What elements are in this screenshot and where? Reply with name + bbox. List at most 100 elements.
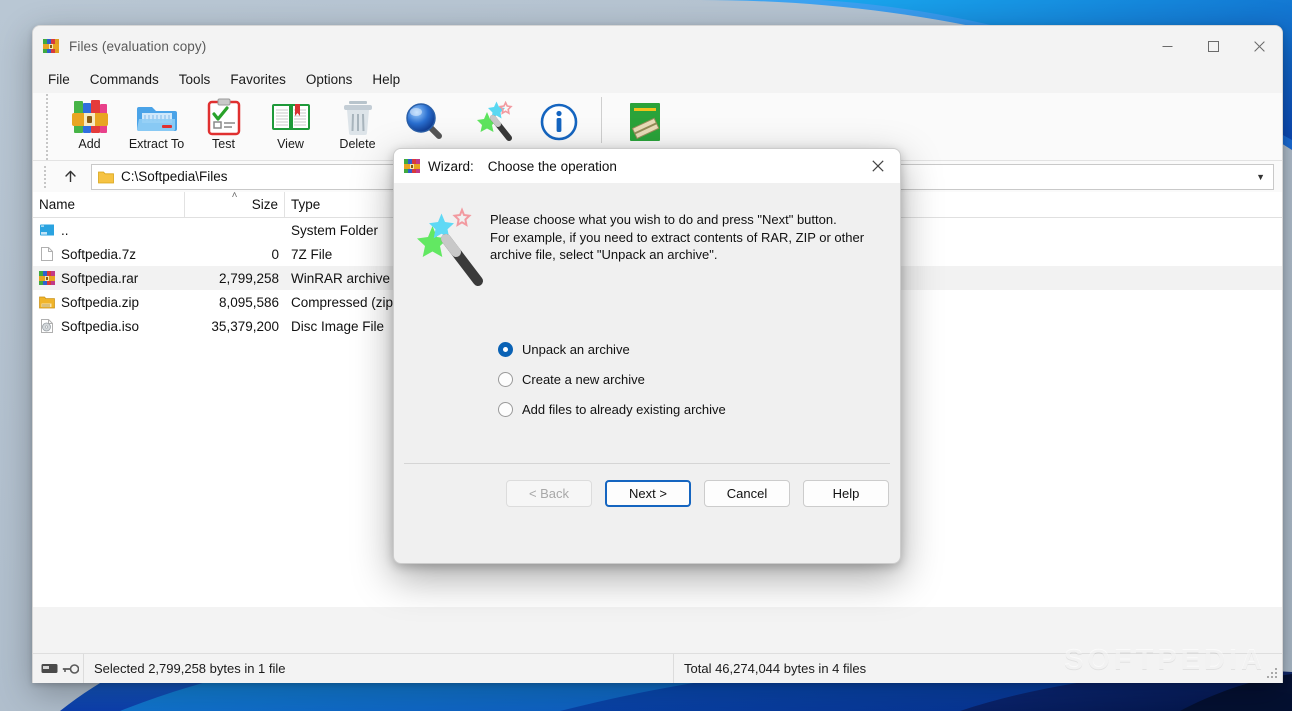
wizard-titlebar: Wizard: Choose the operation <box>394 149 900 183</box>
view-book-icon <box>270 96 312 138</box>
column-header-type-label: Type <box>291 197 321 212</box>
toolbar-view-label: View <box>277 137 304 151</box>
toolbar-view-button[interactable]: View <box>257 93 324 151</box>
menu-favorites[interactable]: Favorites <box>220 69 296 90</box>
column-header-name[interactable]: Name <box>33 192 185 217</box>
status-selected-info: Selected 2,799,258 bytes in 1 file <box>83 653 673 683</box>
zip-archive-icon <box>39 296 55 309</box>
up-one-level-button[interactable] <box>55 164 85 189</box>
iso-disc-icon <box>41 319 53 333</box>
path-text: C:\Softpedia\Files <box>121 169 228 184</box>
resize-grip[interactable] <box>1265 666 1279 680</box>
addressbar-grip[interactable] <box>43 164 52 189</box>
menu-options[interactable]: Options <box>296 69 363 90</box>
generic-file-icon <box>41 247 53 261</box>
row-name-text: Softpedia.iso <box>61 318 140 334</box>
titlebar: Files (evaluation copy) <box>33 26 1282 66</box>
wizard-title-prefix: Wizard: <box>428 158 474 174</box>
toolbar-find-button[interactable] <box>391 93 458 148</box>
row-name-cell: Softpedia.7z <box>33 246 185 262</box>
chevron-down-icon[interactable]: ▼ <box>1256 172 1265 182</box>
magic-wand-icon <box>404 205 490 292</box>
toolbar-grip[interactable] <box>43 93 52 160</box>
minimize-button[interactable] <box>1144 26 1190 66</box>
toolbar-test-button[interactable]: Test <box>190 93 257 151</box>
cancel-button[interactable]: Cancel <box>704 479 790 507</box>
toolbar-extract-button[interactable]: Extract To <box>123 93 190 151</box>
find-magnifier-icon <box>404 96 446 148</box>
winrar-books-icon <box>404 159 420 173</box>
next-button[interactable]: Next > <box>605 479 691 507</box>
row-size-cell: 2,799,258 <box>218 270 279 286</box>
close-button[interactable] <box>1236 26 1282 66</box>
radio-indicator <box>498 371 513 387</box>
wizard-body: Please choose what you wish to do and pr… <box>394 183 900 522</box>
row-size-cell: 8,095,586 <box>218 294 279 310</box>
extract-folder-icon <box>136 96 178 138</box>
row-name-text: Softpedia.zip <box>61 294 140 310</box>
wizard-operation-options: Unpack an archive Create a new archive A… <box>498 336 900 422</box>
row-name-cell: .. <box>33 222 185 238</box>
row-name-cell: Softpedia.rar <box>33 270 185 286</box>
menu-tools[interactable]: Tools <box>169 69 221 90</box>
parent-folder-icon <box>40 224 54 236</box>
key-icon[interactable] <box>62 663 79 675</box>
toolbar-wizard-button[interactable] <box>458 93 525 148</box>
toolbar-extract-label: Extract To <box>128 137 185 151</box>
maximize-button[interactable] <box>1190 26 1236 66</box>
close-icon <box>872 160 884 172</box>
test-clipboard-icon <box>205 96 243 138</box>
column-header-name-label: Name <box>39 197 76 212</box>
toolbar-separator <box>601 97 602 143</box>
toolbar-delete-button[interactable]: Delete <box>324 93 391 151</box>
radio-create-new-archive-label: Create a new archive <box>522 371 645 387</box>
row-name-cell: Softpedia.zip <box>33 294 185 310</box>
add-books-icon <box>70 96 110 138</box>
wizard-button-row: < Back Next > Cancel Help <box>394 464 900 522</box>
window-controls <box>1144 26 1282 66</box>
sort-ascending-icon: ˄ <box>231 190 238 201</box>
row-name-text: Softpedia.7z <box>61 246 137 262</box>
wizard-wand-icon <box>470 96 514 148</box>
repair-icon <box>628 96 662 148</box>
wizard-description-line-3: archive file, select "Unpack an archive"… <box>490 247 718 262</box>
toolbar-info-button[interactable] <box>525 93 592 148</box>
row-size-cell: 0 <box>271 246 279 262</box>
row-name-cell: Softpedia.iso <box>33 318 185 334</box>
row-size-cell: 35,379,200 <box>211 318 279 334</box>
toolbar-repair-button[interactable] <box>611 93 678 148</box>
close-icon <box>1253 40 1265 52</box>
menu-file[interactable]: File <box>38 69 80 90</box>
row-name-text: Softpedia.rar <box>61 270 139 286</box>
folder-icon <box>98 171 114 183</box>
radio-add-to-existing-archive-label: Add files to already existing archive <box>522 401 726 417</box>
drive-icon[interactable] <box>41 663 58 675</box>
wizard-description-line-2: For example, if you need to extract cont… <box>490 229 865 245</box>
arrow-up-icon <box>64 170 76 182</box>
radio-unpack-archive[interactable]: Unpack an archive <box>498 336 900 362</box>
window-title: Files (evaluation copy) <box>69 38 207 54</box>
help-button[interactable]: Help <box>803 479 889 507</box>
wizard-title-text: Choose the operation <box>487 158 617 174</box>
toolbar-delete-label: Delete <box>339 137 376 151</box>
radio-indicator <box>498 401 513 417</box>
toolbar-test-label: Test <box>212 137 235 151</box>
status-bar-icons <box>33 663 83 675</box>
maximize-icon <box>1207 40 1219 52</box>
wizard-description-line-1: Please choose what you wish to do and pr… <box>490 212 837 227</box>
column-header-size[interactable]: ˄ Size <box>185 190 285 217</box>
info-icon <box>539 96 579 148</box>
rar-archive-icon <box>39 271 55 285</box>
toolbar-add-button[interactable]: Add <box>56 93 123 151</box>
wizard-close-button[interactable] <box>856 149 900 183</box>
radio-create-new-archive[interactable]: Create a new archive <box>498 366 900 392</box>
back-button[interactable]: < Back <box>506 479 592 507</box>
wizard-dialog: Wizard: Choose the operation Please choo <box>393 148 901 564</box>
menubar: File Commands Tools Favorites Options He… <box>33 66 1282 93</box>
toolbar-add-label: Add <box>78 137 101 151</box>
radio-indicator <box>498 341 513 357</box>
menu-commands[interactable]: Commands <box>80 69 169 90</box>
wizard-description: Please choose what you wish to do and pr… <box>490 205 864 292</box>
menu-help[interactable]: Help <box>362 69 410 90</box>
radio-add-to-existing-archive[interactable]: Add files to already existing archive <box>498 396 900 422</box>
